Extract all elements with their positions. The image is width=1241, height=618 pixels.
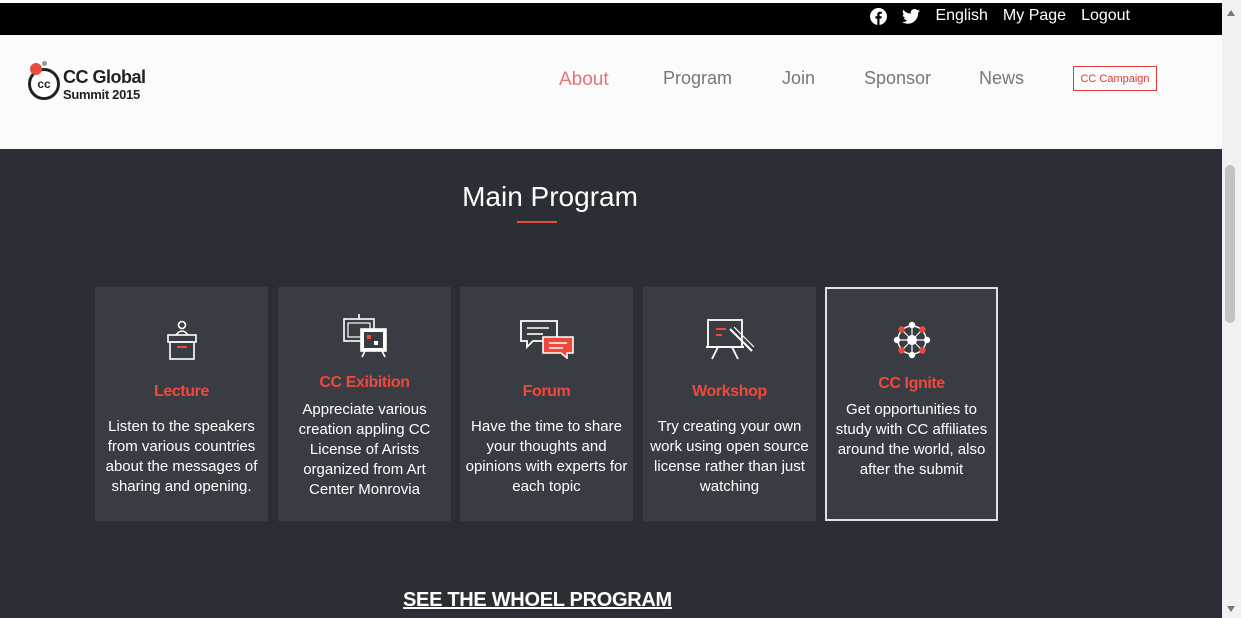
forum-chat-icon xyxy=(460,319,633,359)
exhibition-board-icon xyxy=(278,311,451,359)
section-heading: Main Program xyxy=(462,181,638,212)
my-page-link[interactable]: My Page xyxy=(1003,7,1066,25)
language-link[interactable]: English xyxy=(935,7,987,25)
main-nav: cc CC Global Summit 2015 About Program J… xyxy=(0,35,1222,149)
card-description: Appreciate various creation appling CC L… xyxy=(298,401,431,498)
card-description: Listen to the speakers from various coun… xyxy=(105,418,258,495)
card-description: Get opportunities to study with CC affil… xyxy=(835,401,988,478)
scroll-up-icon[interactable] xyxy=(1227,10,1235,16)
lecture-podium-icon xyxy=(95,319,268,361)
scrollbar-thumb[interactable] xyxy=(1225,165,1235,323)
nav-item-program[interactable]: Program xyxy=(663,68,732,89)
nav-item-news[interactable]: News xyxy=(979,68,1024,89)
card-description: Try creating your own work using open so… xyxy=(650,418,809,495)
card-title: Forum xyxy=(522,383,571,400)
nav-item-join[interactable]: Join xyxy=(782,68,815,89)
facebook-icon[interactable] xyxy=(869,7,887,25)
card-title: CC Ignite xyxy=(878,375,945,392)
program-card-lecture[interactable]: Lecture Listen to the speakers from vari… xyxy=(95,287,268,521)
nav-item-sponsor[interactable]: Sponsor xyxy=(864,68,931,89)
program-card-workshop[interactable]: Workshop Try creating your own work usin… xyxy=(643,287,816,521)
card-title: Workshop xyxy=(692,383,767,400)
logo-dot-small xyxy=(42,61,47,66)
logout-link[interactable]: Logout xyxy=(1081,7,1130,25)
program-card-ignite[interactable]: CC Ignite Get opportunities to study wit… xyxy=(825,287,998,521)
see-whole-program-link[interactable]: SEE THE WHOEL PROGRAM xyxy=(403,589,672,612)
vertical-scrollbar[interactable] xyxy=(1222,0,1241,618)
card-title: CC Exibition xyxy=(319,374,410,391)
top-links: English My Page Logout xyxy=(869,7,1130,25)
twitter-icon[interactable] xyxy=(902,7,921,25)
main-program-section: Main Program Lecture Listen to the speak… xyxy=(0,149,1222,618)
top-bar: English My Page Logout xyxy=(0,0,1222,35)
heading-underline xyxy=(517,221,557,223)
scroll-down-icon[interactable] xyxy=(1227,606,1235,612)
ignite-network-icon xyxy=(827,319,996,361)
program-card-forum[interactable]: Forum Have the time to share your though… xyxy=(460,287,633,521)
nav-item-about[interactable]: About xyxy=(559,69,609,91)
card-title: Lecture xyxy=(154,383,209,400)
nav-menu: About Program Join Sponsor News xyxy=(0,67,1222,97)
program-card-exibition[interactable]: CC Exibition Appreciate various creation… xyxy=(278,287,451,521)
workshop-easel-icon xyxy=(643,317,816,361)
cc-campaign-button[interactable]: CC Campaign xyxy=(1073,66,1157,91)
card-description: Have the time to share your thoughts and… xyxy=(465,418,628,495)
